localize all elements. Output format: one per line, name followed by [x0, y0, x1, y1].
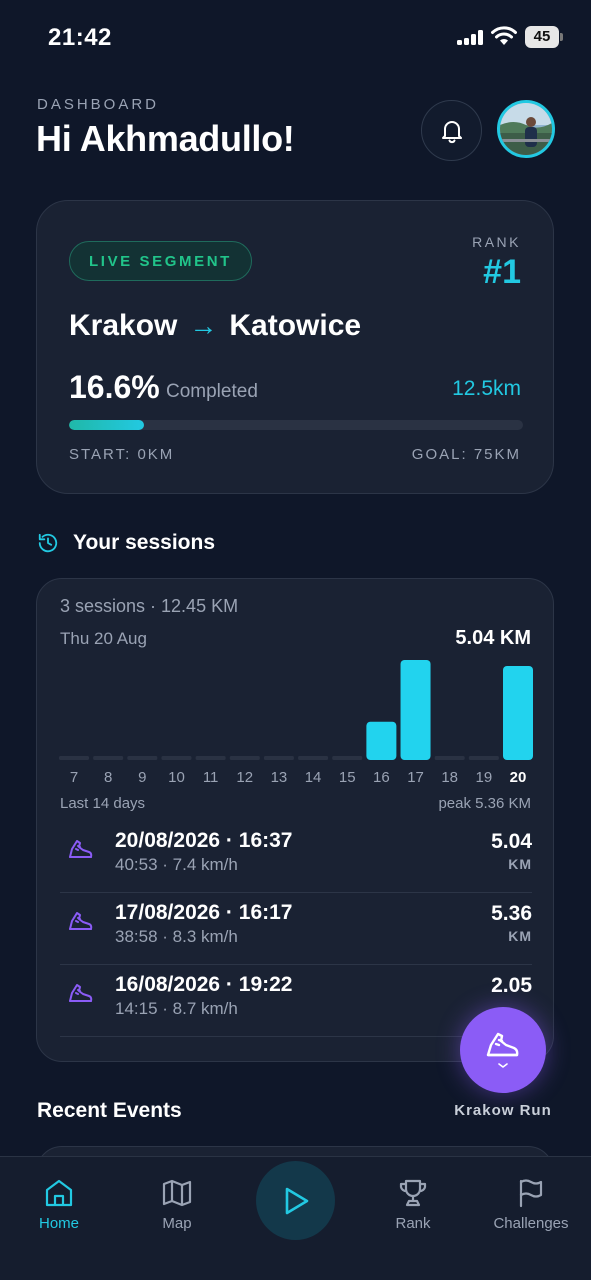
map-icon	[162, 1179, 192, 1207]
nav-home-label: Home	[38, 1215, 79, 1232]
chart-bar[interactable]	[332, 756, 363, 760]
running-shoe-icon	[69, 912, 93, 930]
notifications-button[interactable]	[421, 100, 482, 161]
nav-challenges[interactable]: Challenges	[476, 1177, 586, 1232]
session-datetime: 16/08/2026 · 19:22	[115, 973, 293, 996]
session-meta: 40:53 · 7.4 km/h	[115, 855, 238, 874]
progress-bar	[69, 420, 523, 430]
nav-map-label: Map	[162, 1215, 192, 1232]
goal-label: GOAL: 75KM	[411, 446, 521, 463]
session-meta: 14:15 · 8.7 km/h	[115, 999, 238, 1018]
sessions-bar-chart: 7 8 9 10 11 12 13 14 15 16 17 18 19 20	[59, 660, 533, 786]
wifi-icon	[491, 26, 517, 45]
chart-bar[interactable]	[503, 665, 533, 760]
chart-tick-label: 17	[407, 769, 424, 786]
chart-bar[interactable]	[434, 756, 465, 760]
chart-bar[interactable]	[298, 756, 329, 760]
running-shoe-icon	[69, 840, 93, 858]
chart-bar[interactable]	[93, 756, 124, 760]
chart-tick-label: 11	[203, 769, 219, 786]
running-shoe-icon	[69, 984, 93, 1002]
route-title: Krakow → Katowice	[69, 309, 361, 343]
nav-challenges-label: Challenges	[493, 1215, 569, 1232]
progress-bar-fill	[69, 420, 145, 430]
live-segment-badge: LIVE SEGMENT	[69, 241, 252, 281]
chart-tick-label: 20	[510, 769, 527, 786]
running-shoe-icon	[486, 1032, 519, 1068]
session-row[interactable]: 20/08/2026 · 16:37 40:53 · 7.4 km/h 5.04…	[60, 821, 532, 893]
nav-rank[interactable]: Rank	[358, 1177, 468, 1232]
chart-tick-label: 8	[104, 769, 112, 786]
sessions-title: Your sessions	[73, 531, 215, 554]
nav-map[interactable]: Map	[122, 1177, 232, 1232]
chart-tick-label: 9	[138, 769, 146, 786]
chart-bar[interactable]	[366, 721, 397, 760]
chart-bar[interactable]	[59, 756, 89, 760]
rank-value: #1	[483, 253, 521, 291]
session-distance: 2.05	[491, 974, 532, 997]
sessions-card: 3 sessions · 12.45 KM Thu 20 Aug 5.04 KM…	[36, 578, 554, 1062]
chart-bar[interactable]	[468, 756, 499, 760]
session-row[interactable]: 17/08/2026 · 16:17 38:58 · 8.3 km/h 5.36…	[60, 893, 532, 965]
cellular-signal-icon	[457, 30, 483, 45]
chart-tick-label: 12	[236, 769, 253, 786]
session-datetime: 17/08/2026 · 16:17	[115, 901, 293, 924]
status-time: 21:42	[48, 24, 112, 51]
chart-tick-label: 19	[476, 769, 493, 786]
route-to: Katowice	[229, 309, 362, 342]
avatar-photo	[500, 103, 552, 155]
bottom-nav: Home Map Rank Challenges	[0, 1156, 591, 1280]
fab-label: Krakow Run	[454, 1102, 552, 1119]
session-row[interactable]: 16/08/2026 · 19:22 14:15 · 8.7 km/h 2.05	[60, 965, 532, 1037]
chart-caption: Last 14 days	[60, 795, 146, 812]
route-from: Krakow	[69, 309, 178, 342]
nav-home[interactable]: Home	[4, 1177, 114, 1232]
start-run-button[interactable]	[256, 1161, 335, 1240]
history-icon	[38, 533, 58, 553]
dashboard-label: DASHBOARD	[37, 96, 160, 113]
battery-level: 45	[525, 26, 559, 48]
chart-bar[interactable]	[195, 756, 226, 760]
trophy-icon	[399, 1179, 427, 1207]
home-icon	[45, 1179, 73, 1207]
chart-tick-label: 18	[441, 769, 458, 786]
session-distance: 5.36	[491, 902, 532, 925]
arrow-right-icon: →	[189, 310, 218, 341]
start-label: START: 0KM	[69, 446, 175, 463]
chart-tick-label: 10	[168, 769, 185, 786]
status-bar: 21:42 45	[0, 0, 591, 70]
bell-icon	[441, 120, 462, 143]
avatar[interactable]	[497, 100, 555, 158]
rank-label: RANK	[472, 234, 521, 250]
recent-events-title: Recent Events	[37, 1099, 182, 1122]
play-icon	[285, 1187, 308, 1214]
progress-completed-label: Completed	[166, 381, 258, 402]
chart-bar[interactable]	[229, 756, 260, 760]
progress-percent: 16.6%	[69, 369, 160, 405]
chart-tick-label: 13	[271, 769, 288, 786]
chart-bar[interactable]	[263, 756, 294, 760]
nav-rank-label: Rank	[395, 1215, 431, 1232]
battery-icon: 45	[525, 26, 563, 48]
session-unit: KM	[508, 928, 532, 944]
session-datetime: 20/08/2026 · 16:37	[115, 829, 293, 852]
chart-tick-label: 14	[305, 769, 322, 786]
chart-peak: peak 5.36 KM	[438, 795, 531, 812]
chart-tick-label: 15	[339, 769, 356, 786]
greeting-title: Hi Akhmadullo!	[36, 118, 295, 159]
chart-bar[interactable]	[400, 660, 431, 760]
chart-tick-label: 16	[373, 769, 390, 786]
chart-bar[interactable]	[127, 756, 158, 760]
chart-bar[interactable]	[161, 756, 192, 760]
flag-icon	[519, 1179, 543, 1208]
session-meta: 38:58 · 8.3 km/h	[115, 927, 238, 946]
live-segment-card[interactable]: LIVE SEGMENT RANK #1 Krakow → Katowice 1…	[36, 200, 554, 494]
chart-tick-label: 7	[70, 769, 78, 786]
start-run-fab[interactable]	[460, 1007, 546, 1093]
progress-distance: 12.5km	[452, 377, 521, 400]
session-distance: 5.04	[491, 830, 532, 853]
session-unit: KM	[508, 856, 532, 872]
